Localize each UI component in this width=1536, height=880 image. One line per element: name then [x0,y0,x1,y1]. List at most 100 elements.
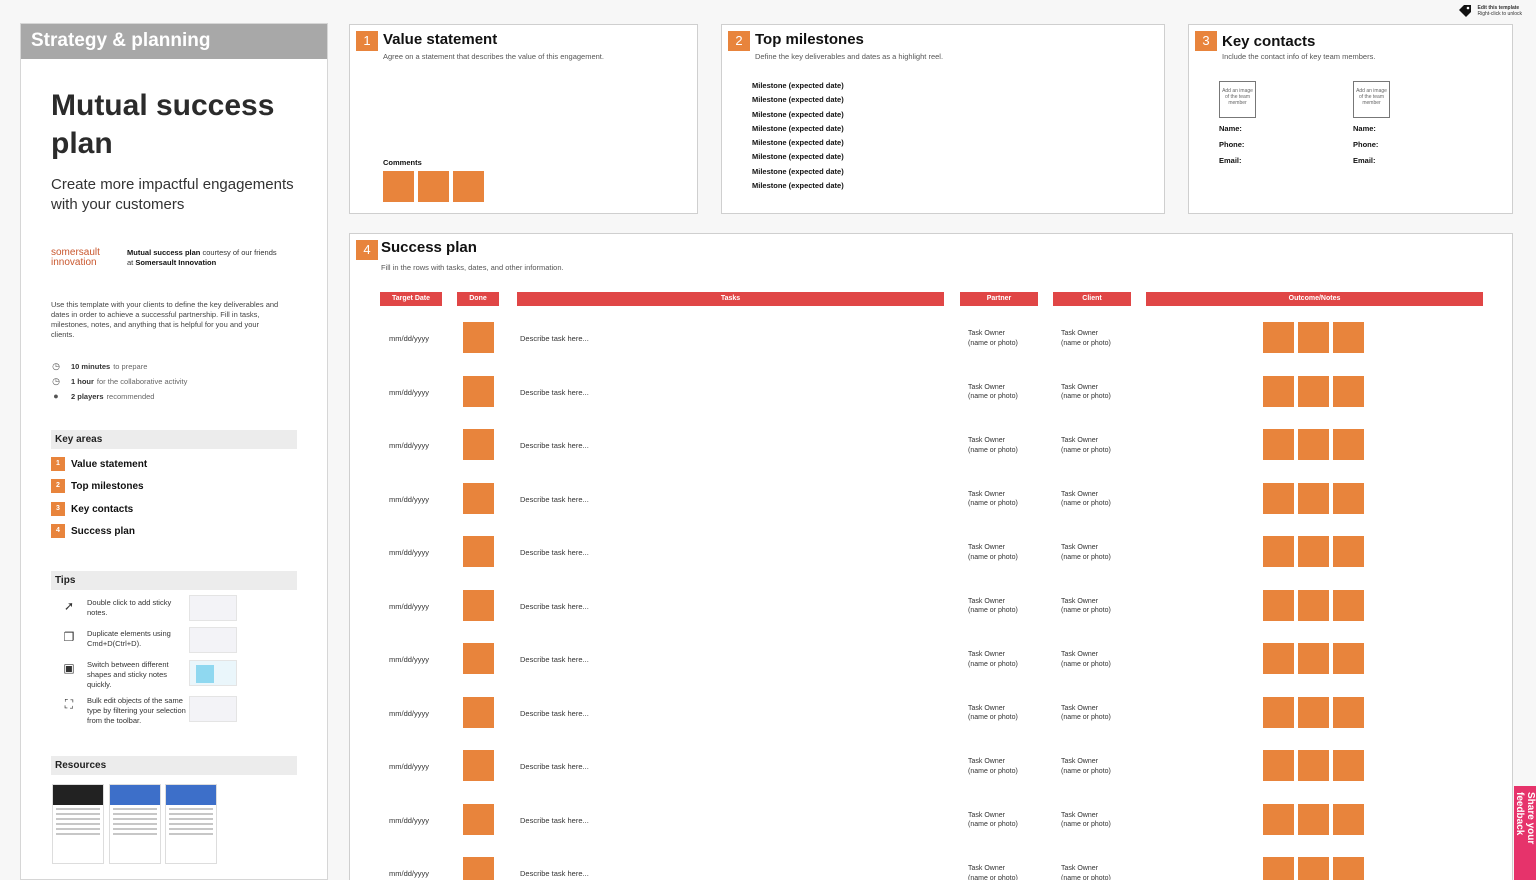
sticky-note[interactable] [383,171,414,202]
partner-owner[interactable]: Task Owner (name or photo) [968,757,1018,776]
edit-template-button[interactable]: Edit this template Right-click to unlock [1458,4,1522,18]
done-sticky[interactable] [463,322,494,353]
client-owner[interactable]: Task Owner (name or photo) [1061,757,1111,776]
task-cell[interactable]: Describe task here... [520,602,589,611]
outcome-sticky[interactable] [1333,536,1364,567]
client-owner[interactable]: Task Owner (name or photo) [1061,811,1111,830]
top-milestones-card[interactable]: 2 Top milestones Define the key delivera… [721,24,1165,214]
done-sticky[interactable] [463,750,494,781]
target-date-cell[interactable]: mm/dd/yyyy [389,816,429,825]
partner-owner[interactable]: Task Owner (name or photo) [968,436,1018,455]
milestone-item[interactable]: Milestone (expected date) [752,181,844,195]
outcome-sticky[interactable] [1333,803,1364,835]
outcome-sticky[interactable] [1263,482,1294,514]
outcome-sticky[interactable] [1333,750,1364,781]
contact-photo-placeholder[interactable]: Add an image of the team member [1353,81,1390,118]
done-sticky[interactable] [463,375,494,407]
task-cell[interactable]: Describe task here... [520,655,589,664]
outcome-sticky[interactable] [1263,589,1294,621]
partner-owner[interactable]: Task Owner (name or photo) [968,864,1018,880]
outcome-sticky[interactable] [1263,696,1294,728]
target-date-cell[interactable]: mm/dd/yyyy [389,495,429,504]
task-cell[interactable]: Describe task here... [520,869,589,878]
board-canvas[interactable]: Edit this template Right-click to unlock… [0,0,1536,880]
partner-owner[interactable]: Task Owner (name or photo) [968,383,1018,402]
outcome-sticky[interactable] [1333,589,1364,621]
done-sticky[interactable] [463,429,494,460]
outcome-sticky[interactable] [1298,857,1329,880]
task-cell[interactable]: Describe task here... [520,548,589,557]
task-cell[interactable]: Describe task here... [520,334,589,343]
task-cell[interactable]: Describe task here... [520,388,589,397]
resource-card[interactable] [109,784,161,864]
outcome-sticky[interactable] [1333,482,1364,514]
target-date-cell[interactable]: mm/dd/yyyy [389,548,429,557]
sticky-note[interactable] [418,171,449,202]
value-statement-card[interactable]: 1 Value statement Agree on a statement t… [349,24,698,214]
target-date-cell[interactable]: mm/dd/yyyy [389,655,429,664]
task-cell[interactable]: Describe task here... [520,495,589,504]
client-owner[interactable]: Task Owner (name or photo) [1061,597,1111,616]
client-owner[interactable]: Task Owner (name or photo) [1061,864,1111,880]
target-date-cell[interactable]: mm/dd/yyyy [389,388,429,397]
milestone-item[interactable]: Milestone (expected date) [752,152,844,166]
partner-owner[interactable]: Task Owner (name or photo) [968,704,1018,723]
outcome-sticky[interactable] [1263,857,1294,880]
partner-owner[interactable]: Task Owner (name or photo) [968,543,1018,562]
outcome-sticky[interactable] [1298,482,1329,514]
outcome-sticky[interactable] [1263,750,1294,781]
outcome-sticky[interactable] [1333,643,1364,674]
done-sticky[interactable] [463,696,494,728]
done-sticky[interactable] [463,857,494,880]
task-cell[interactable]: Describe task here... [520,762,589,771]
outcome-sticky[interactable] [1263,643,1294,674]
outcome-sticky[interactable] [1298,803,1329,835]
outcome-sticky[interactable] [1298,536,1329,567]
client-owner[interactable]: Task Owner (name or photo) [1061,704,1111,723]
milestone-item[interactable]: Milestone (expected date) [752,95,844,109]
outcome-sticky[interactable] [1298,589,1329,621]
target-date-cell[interactable]: mm/dd/yyyy [389,602,429,611]
done-sticky[interactable] [463,803,494,835]
sticky-note[interactable] [453,171,484,202]
partner-owner[interactable]: Task Owner (name or photo) [968,650,1018,669]
partner-owner[interactable]: Task Owner (name or photo) [968,811,1018,830]
key-area-top-milestones[interactable]: 2 Top milestones [51,479,144,493]
outcome-sticky[interactable] [1333,322,1364,353]
outcome-sticky[interactable] [1263,536,1294,567]
milestone-item[interactable]: Milestone (expected date) [752,124,844,138]
done-sticky[interactable] [463,482,494,514]
milestone-item[interactable]: Milestone (expected date) [752,81,844,95]
client-owner[interactable]: Task Owner (name or photo) [1061,490,1111,509]
partner-owner[interactable]: Task Owner (name or photo) [968,490,1018,509]
outcome-sticky[interactable] [1298,429,1329,460]
milestone-item[interactable]: Milestone (expected date) [752,138,844,152]
outcome-sticky[interactable] [1298,643,1329,674]
milestone-item[interactable]: Milestone (expected date) [752,110,844,124]
task-cell[interactable]: Describe task here... [520,441,589,450]
client-owner[interactable]: Task Owner (name or photo) [1061,383,1111,402]
target-date-cell[interactable]: mm/dd/yyyy [389,709,429,718]
milestone-item[interactable]: Milestone (expected date) [752,167,844,181]
outcome-sticky[interactable] [1298,696,1329,728]
outcome-sticky[interactable] [1333,696,1364,728]
key-area-success-plan[interactable]: 4 Success plan [51,524,135,538]
outcome-sticky[interactable] [1263,429,1294,460]
outcome-sticky[interactable] [1263,375,1294,407]
key-area-key-contacts[interactable]: 3 Key contacts [51,502,133,516]
target-date-cell[interactable]: mm/dd/yyyy [389,441,429,450]
task-cell[interactable]: Describe task here... [520,816,589,825]
contact-photo-placeholder[interactable]: Add an image of the team member [1219,81,1256,118]
outcome-sticky[interactable] [1263,322,1294,353]
outcome-sticky[interactable] [1333,857,1364,880]
outcome-sticky[interactable] [1333,375,1364,407]
share-feedback-tab[interactable]: Share your feedback [1514,786,1536,880]
target-date-cell[interactable]: mm/dd/yyyy [389,762,429,771]
done-sticky[interactable] [463,589,494,621]
resource-card[interactable] [52,784,104,864]
client-owner[interactable]: Task Owner (name or photo) [1061,329,1111,348]
partner-owner[interactable]: Task Owner (name or photo) [968,597,1018,616]
key-contacts-card[interactable]: 3 Key contacts Include the contact info … [1188,24,1513,214]
client-owner[interactable]: Task Owner (name or photo) [1061,543,1111,562]
partner-owner[interactable]: Task Owner (name or photo) [968,329,1018,348]
